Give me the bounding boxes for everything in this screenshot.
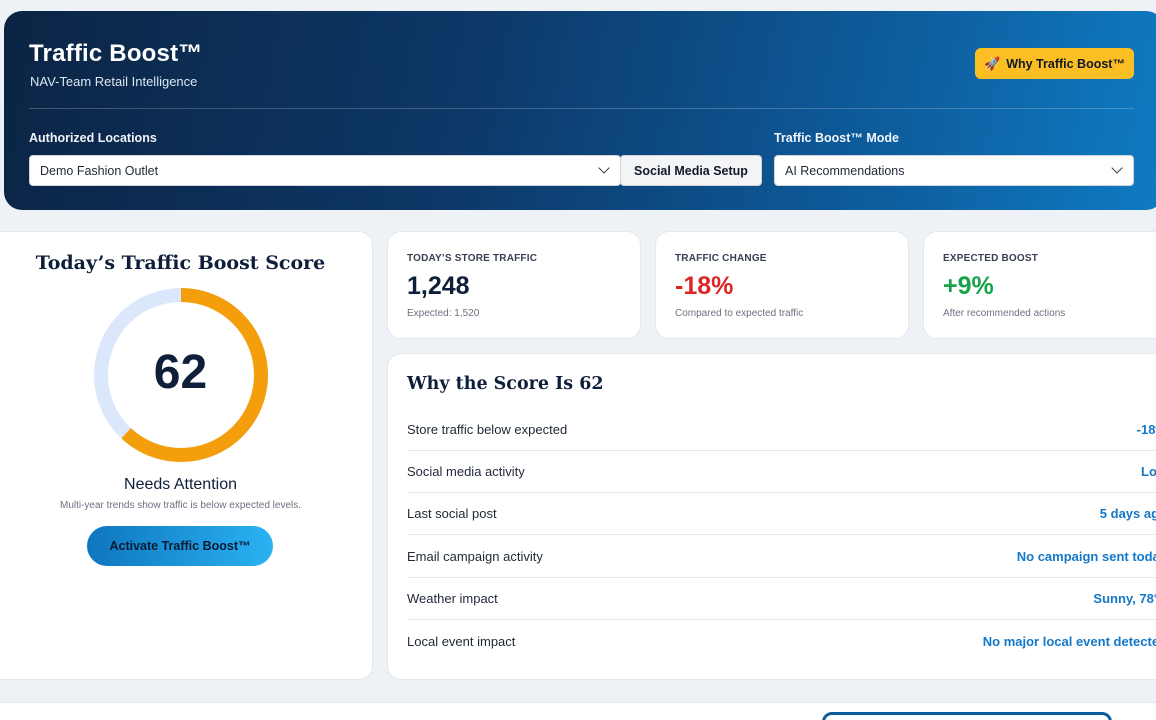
rocket-icon: 🚀 <box>984 55 1001 71</box>
reason-value: No major local event detected <box>982 633 1156 649</box>
reason-row: Social media activity Low <box>407 451 1156 493</box>
metric-label: TRAFFIC CHANGE <box>675 253 767 264</box>
mode-label: Traffic Boost™ Mode <box>774 131 900 145</box>
metric-card-traffic: TODAY’S STORE TRAFFIC 1,248 Expected: 1,… <box>387 231 641 339</box>
reason-row: Weather impact Sunny, 78°F <box>407 578 1156 620</box>
app-title: Traffic Boost™ <box>29 40 203 67</box>
score-status: Needs Attention <box>124 476 237 493</box>
chevron-down-icon <box>1111 162 1123 174</box>
metric-subtext: Expected: 1,520 <box>407 308 480 319</box>
score-value: 62 <box>153 346 208 399</box>
reason-row: Store traffic below expected -18% <box>407 409 1156 451</box>
bottom-panel-edge <box>822 712 1112 720</box>
reason-label: Weather impact <box>407 591 498 606</box>
metric-value: -18% <box>675 272 734 300</box>
reason-value: -18% <box>1136 422 1156 437</box>
why-score-title: Why the Score Is 62 <box>407 374 604 394</box>
reason-value: No campaign sent today <box>1016 549 1156 564</box>
reason-row: Last social post 5 days ago <box>407 493 1156 535</box>
metric-label: TODAY’S STORE TRAFFIC <box>407 253 538 264</box>
why-traffic-boost-button[interactable]: 🚀 Why Traffic Boost™ <box>975 48 1134 79</box>
score-card: Today’s Traffic Boost Score 62 Needs Att… <box>0 231 373 680</box>
metric-value: 1,248 <box>407 272 470 300</box>
metric-value: +9% <box>943 272 994 300</box>
reason-row: Email campaign activity No campaign sent… <box>407 536 1156 578</box>
score-description: Multi-year trends show traffic is below … <box>59 500 302 511</box>
location-select[interactable]: Demo Fashion Outlet <box>29 155 621 186</box>
reason-value: 5 days ago <box>1099 506 1156 521</box>
header-banner: Traffic Boost™ NAV-Team Retail Intellige… <box>4 11 1156 210</box>
score-card-title: Today’s Traffic Boost Score <box>35 252 326 274</box>
mode-select-value: AI Recommendations <box>785 163 905 178</box>
metric-label: EXPECTED BOOST <box>943 253 1039 264</box>
header-divider <box>29 108 1134 109</box>
reason-label: Social media activity <box>407 464 525 479</box>
mode-select[interactable]: AI Recommendations <box>774 155 1134 186</box>
reason-label: Store traffic below expected <box>407 422 568 437</box>
app-subtitle: NAV-Team Retail Intelligence <box>30 74 198 89</box>
reason-value: Low <box>1141 464 1156 479</box>
metric-subtext: After recommended actions <box>943 308 1066 319</box>
chevron-down-icon <box>598 162 610 174</box>
reason-label: Local event impact <box>407 633 516 649</box>
reason-value: Sunny, 78°F <box>1093 591 1156 606</box>
social-media-setup-button[interactable]: Social Media Setup <box>620 155 762 186</box>
metric-subtext: Compared to expected traffic <box>675 308 804 319</box>
activate-traffic-boost-button[interactable]: Activate Traffic Boost™ <box>87 526 273 566</box>
reason-label: Email campaign activity <box>407 549 543 564</box>
why-score-card: Why the Score Is 62 Store traffic below … <box>387 353 1156 680</box>
locations-label: Authorized Locations <box>29 131 157 145</box>
reason-row: Local event impact No major local event … <box>407 620 1156 662</box>
metric-card-boost: EXPECTED BOOST +9% After recommended act… <box>923 231 1156 339</box>
reason-label: Last social post <box>407 506 497 521</box>
metric-card-change: TRAFFIC CHANGE -18% Compared to expected… <box>655 231 909 339</box>
why-traffic-boost-label: Why Traffic Boost™ <box>1006 56 1125 71</box>
location-select-value: Demo Fashion Outlet <box>40 163 159 178</box>
